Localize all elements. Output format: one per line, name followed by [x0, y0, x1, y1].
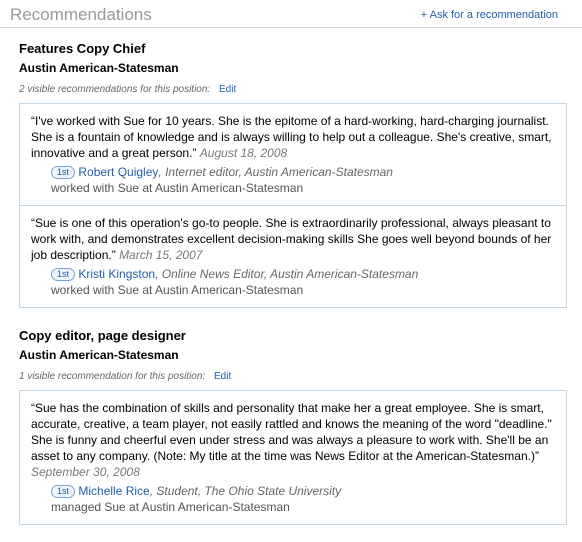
position-title: Features Copy Chief	[19, 41, 146, 56]
recommendation-quote: “Sue is one of this operation's go-to pe…	[31, 215, 556, 263]
recommender-name-link[interactable]: Robert Quigley	[78, 165, 158, 179]
recommendation-count: 2 visible recommendations for this posit…	[19, 83, 567, 96]
quote-text: “Sue has the combination of skills and p…	[31, 401, 552, 463]
recommender-title: , Online News Editor, Austin American-St…	[155, 267, 419, 281]
recommendation-count: 1 visible recommendation for this positi…	[19, 370, 567, 383]
recommender: 1st Robert Quigley, Internet editor, Aus…	[51, 164, 556, 196]
position-block: Copy editor, page designer Austin Americ…	[19, 327, 567, 525]
recommendation-date: March 15, 2007	[119, 248, 203, 262]
recommender: 1st Kristi Kingston, Online News Editor,…	[51, 266, 556, 298]
quote-text: “I've worked with Sue for 10 years. She …	[31, 114, 552, 160]
recommendation-item: “I've worked with Sue for 10 years. She …	[20, 104, 566, 205]
recommendation-item: “Sue has the combination of skills and p…	[20, 391, 566, 524]
recommendation-count-text: 1 visible recommendation for this positi…	[19, 371, 206, 382]
recommendations-box: “Sue has the combination of skills and p…	[19, 390, 567, 525]
recommender-relation: worked with Sue at Austin American-State…	[51, 283, 304, 297]
edit-link[interactable]: Edit	[219, 84, 236, 95]
recommendation-date: August 18, 2008	[199, 146, 288, 160]
connection-degree-badge: 1st	[51, 485, 76, 498]
recommender-name-link[interactable]: Michelle Rice	[78, 484, 149, 498]
position-company: Austin American-Statesman	[19, 61, 179, 75]
quote-text: “Sue is one of this operation's go-to pe…	[31, 216, 552, 262]
recommendation-date: September 30, 2008	[31, 465, 140, 479]
edit-link[interactable]: Edit	[214, 371, 231, 382]
recommendation-count-text: 2 visible recommendations for this posit…	[19, 84, 211, 95]
recommendation-quote: “I've worked with Sue for 10 years. She …	[31, 113, 556, 161]
recommendations-box: “I've worked with Sue for 10 years. She …	[19, 103, 567, 308]
recommender-name-link[interactable]: Kristi Kingston	[78, 267, 155, 281]
recommender: 1st Michelle Rice, Student, The Ohio Sta…	[51, 483, 556, 515]
recommendation-item: “Sue is one of this operation's go-to pe…	[20, 205, 566, 307]
recommender-title: , Internet editor, Austin American-State…	[158, 165, 393, 179]
connection-degree-badge: 1st	[51, 268, 76, 281]
recommendations-header: Recommendations + Ask for a recommendati…	[0, 0, 582, 28]
recommender-relation: managed Sue at Austin American-Statesman	[51, 500, 290, 514]
ask-for-recommendation-link[interactable]: + Ask for a recommendation	[421, 9, 558, 21]
connection-degree-badge: 1st	[51, 166, 76, 179]
position-company: Austin American-Statesman	[19, 348, 179, 362]
recommender-relation: worked with Sue at Austin American-State…	[51, 181, 304, 195]
position-title: Copy editor, page designer	[19, 328, 186, 343]
recommendation-quote: “Sue has the combination of skills and p…	[31, 400, 556, 480]
position-block: Features Copy Chief Austin American-Stat…	[19, 40, 567, 308]
recommender-title: , Student, The Ohio State University	[149, 484, 342, 498]
section-title: Recommendations	[10, 5, 152, 24]
